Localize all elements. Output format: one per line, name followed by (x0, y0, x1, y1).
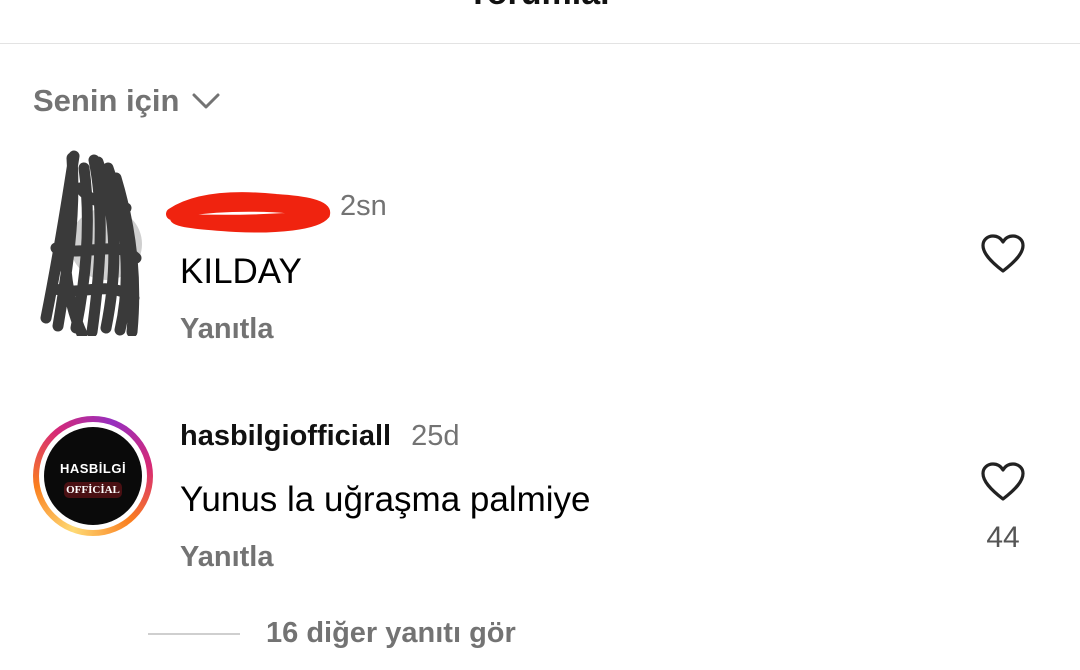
reply-button[interactable]: Yanıtla (180, 541, 274, 574)
comment-username[interactable]: hasbilgiofficiall (180, 420, 391, 453)
heart-outline-icon[interactable] (980, 461, 1026, 503)
comment-time: 25d (411, 420, 460, 452)
comment-item: HASBİLGİ OFFİCİAL hasbilgiofficiall 25d … (0, 0, 1080, 600)
comment-text: Yunus la uğraşma palmiye (180, 480, 591, 519)
logo-text-top: HASBİLGİ (59, 461, 127, 476)
view-more-replies-button[interactable]: 16 diğer yanıtı gör (148, 617, 516, 650)
logo-text-bottom: OFFİCİAL (64, 482, 122, 498)
channel-logo: HASBİLGİ OFFİCİAL (44, 427, 142, 525)
divider-line (148, 632, 240, 635)
like-count: 44 (986, 521, 1020, 554)
view-more-replies-label: 16 diğer yanıtı gör (266, 617, 516, 649)
avatar[interactable]: HASBİLGİ OFFİCİAL (33, 416, 153, 536)
